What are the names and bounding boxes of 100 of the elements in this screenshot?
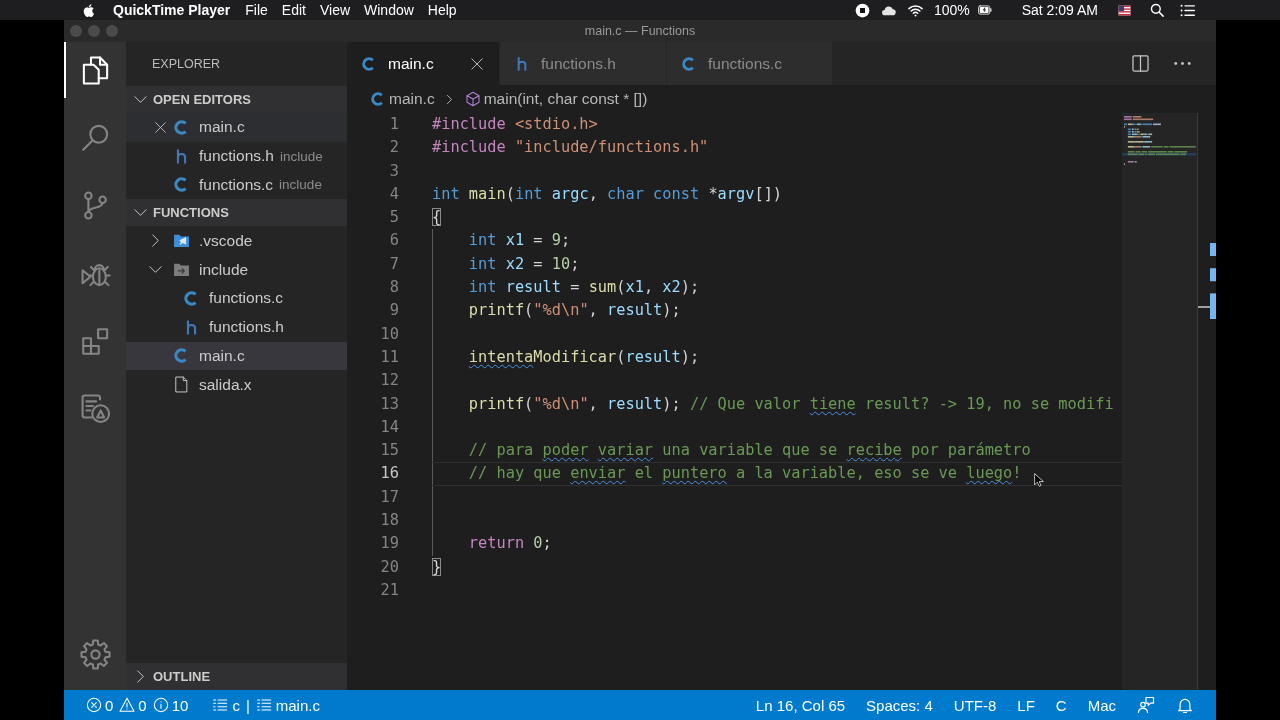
line-number: 11 (379, 346, 400, 368)
line-number: 18 (379, 510, 400, 532)
tree-item[interactable]: include (126, 255, 347, 284)
tree-item[interactable]: .vscode (126, 226, 347, 256)
status-item[interactable]: UTF-8 (953, 696, 997, 714)
file-description: include (279, 177, 322, 193)
menu-item[interactable]: File (245, 2, 268, 18)
line-number: 10 (379, 323, 400, 345)
window-title: main.c — Functions (584, 24, 696, 38)
problem-count[interactable]: 0 (86, 696, 114, 714)
marker-icon (1210, 243, 1216, 256)
marker-icon (1210, 268, 1216, 282)
line-number: 15 (379, 440, 400, 462)
line-number: 21 (379, 579, 400, 601)
problem-count[interactable]: 0 (119, 696, 147, 714)
search-icon[interactable] (1150, 3, 1164, 17)
line-number: 17 (379, 486, 400, 508)
code-line: printf("%d\n", result); // Que valor tiene result? -> 19, no se modifi (467, 393, 1114, 415)
status-item[interactable]: Ln 16, Col 65 (755, 696, 846, 714)
menu-item[interactable]: Help (427, 2, 457, 18)
file-description: include (279, 148, 323, 164)
line-number: 6 (388, 230, 400, 252)
wifi-icon[interactable] (906, 2, 924, 18)
tree-item[interactable]: functions.c (126, 284, 347, 313)
bell-icon[interactable] (1176, 696, 1194, 714)
line-number: 8 (388, 277, 400, 299)
code-line: intentaModificar(result); (467, 346, 700, 368)
flag-icon[interactable] (1117, 3, 1132, 17)
code-line: } (432, 556, 442, 578)
list-icon (255, 697, 272, 713)
blocks-icon[interactable] (79, 325, 111, 357)
code-line: int result = sum(x1, x2); (467, 277, 700, 299)
code-line: { (432, 207, 442, 229)
cube-icon (464, 90, 481, 108)
close-icon[interactable] (470, 56, 484, 71)
sidebar-title: EXPLORER (152, 57, 221, 71)
code-line: #include "include/functions.h" (432, 137, 709, 159)
line-number: 19 (379, 533, 400, 555)
line-number: 14 (379, 416, 400, 438)
code-line: int main(int argc, char const *argv[]) (432, 183, 783, 205)
active-indicator (64, 42, 66, 98)
breadcrumb-item[interactable]: main.c (370, 90, 435, 108)
code-line: // para poder variar una variable que se recibe por parámetro (467, 440, 1031, 462)
list-icon (212, 697, 229, 713)
editor-tab[interactable]: functions.c (666, 42, 834, 85)
info-icon (152, 697, 169, 713)
close-icon[interactable] (153, 120, 167, 134)
line-number: 5 (388, 207, 400, 229)
settings-icon[interactable] (79, 638, 111, 670)
code-line: return 0; (467, 533, 552, 555)
cursor-marker-icon (1198, 306, 1210, 308)
tree-item[interactable]: main.c (126, 341, 347, 371)
scope-separator: | (245, 696, 250, 714)
line-number: 12 (379, 370, 400, 392)
app-menu[interactable]: QuickTime Player (113, 2, 231, 18)
split-editor-icon[interactable] (1131, 54, 1150, 73)
error-icon (86, 697, 102, 713)
folder-icon (172, 232, 190, 250)
clock-text[interactable]: Sat 2:09 AM (1021, 2, 1098, 18)
section-header[interactable]: OPEN EDITORS (126, 86, 347, 113)
section-header[interactable]: OUTLINE (126, 663, 347, 690)
marker-icon (1210, 293, 1216, 319)
status-item[interactable]: LF (1017, 696, 1035, 714)
line-number: 20 (379, 556, 400, 578)
line-number: 9 (388, 300, 400, 322)
warning-icon (119, 697, 136, 713)
document-circle-icon[interactable] (79, 393, 111, 425)
tree-item[interactable]: functions.h (126, 312, 347, 342)
line-number: 16 (379, 463, 400, 485)
menu-item[interactable]: Window (364, 2, 414, 18)
tree-item[interactable]: salida.x (126, 370, 347, 400)
menu-item[interactable]: Edit (281, 2, 306, 18)
folder-icon (172, 261, 190, 279)
battery-percent: 100% (933, 2, 970, 18)
line-number: 13 (379, 393, 400, 415)
editor-tab[interactable]: main.c (347, 42, 500, 85)
code-line: int x1 = 9; (467, 230, 571, 252)
status-item[interactable]: Spaces: 4 (866, 696, 933, 714)
code-line: // hay que enviar el puntero a la variable, eso se ve luego! (467, 463, 1022, 485)
section-header[interactable]: FUNCTIONS (126, 199, 347, 227)
scope-item[interactable]: c (212, 696, 240, 714)
open-editor-item[interactable]: main.c (126, 113, 347, 142)
open-editor-item[interactable]: functions.h include (126, 141, 347, 171)
code-line: int x2 = 10; (467, 253, 580, 275)
problem-count[interactable]: 10 (152, 696, 189, 714)
menu-item[interactable]: View (319, 2, 351, 18)
line-number: 2 (388, 137, 400, 159)
feedback-icon[interactable] (1137, 696, 1155, 714)
line-number: 1 (388, 114, 400, 135)
code-line: #include <stdio.h> (432, 114, 598, 135)
list-icon[interactable] (1179, 2, 1196, 18)
line-number: 3 (388, 160, 400, 182)
scope-item[interactable]: main.c (255, 696, 320, 714)
open-editor-item[interactable]: functions.c include (126, 170, 347, 200)
code-line: printf("%d\n", result); (467, 300, 681, 322)
record-stop-icon[interactable] (854, 2, 870, 18)
status-item[interactable]: Mac (1087, 696, 1116, 714)
status-item[interactable]: C (1055, 696, 1067, 714)
editor-tab[interactable]: functions.h (500, 42, 667, 85)
breadcrumb-item[interactable]: main(int, char const * []) (464, 90, 648, 108)
